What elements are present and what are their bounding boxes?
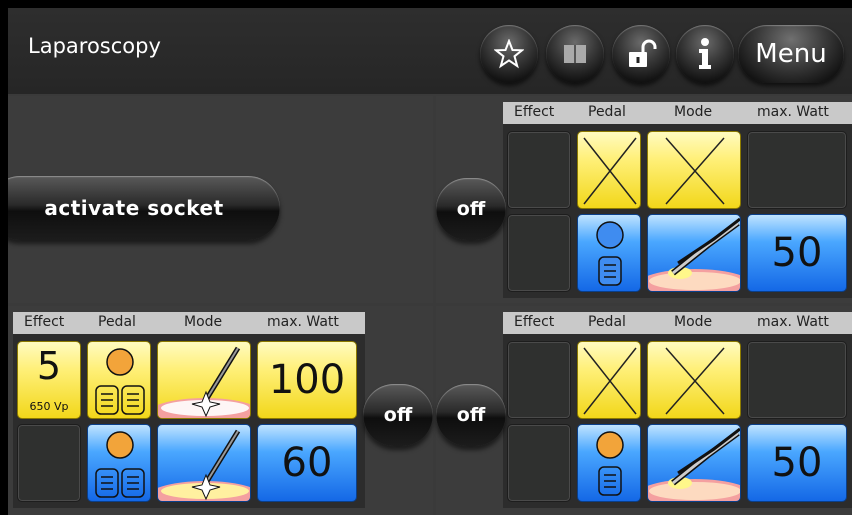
cross-icon bbox=[665, 137, 725, 205]
watt-cell[interactable]: 100 bbox=[257, 341, 357, 419]
pedal-cell[interactable] bbox=[577, 424, 641, 502]
unlock-icon bbox=[629, 39, 657, 67]
col-watt-label: max. Watt bbox=[757, 314, 829, 330]
column-header: Effect Pedal Mode max. Watt bbox=[13, 312, 365, 334]
lock-button[interactable] bbox=[612, 25, 670, 83]
mode-cell[interactable] bbox=[647, 214, 741, 292]
col-effect-label: Effect bbox=[24, 314, 65, 330]
effect-cell[interactable] bbox=[507, 214, 571, 292]
activate-socket-button[interactable]: activate socket bbox=[8, 176, 280, 240]
info-icon bbox=[699, 38, 711, 69]
app-title: Laparoscopy bbox=[28, 34, 161, 58]
double-pedal-icon bbox=[95, 348, 145, 415]
cross-icon bbox=[665, 347, 725, 415]
watt-cell[interactable]: 50 bbox=[747, 424, 847, 502]
watt-value: 50 bbox=[771, 440, 823, 486]
mode-cell[interactable] bbox=[157, 424, 251, 502]
pedal-cell[interactable] bbox=[87, 341, 151, 419]
socket-panel-top-right: Effect Pedal Mode max. Watt 50 bbox=[503, 102, 852, 298]
col-watt-label: max. Watt bbox=[757, 104, 829, 120]
watt-cell[interactable] bbox=[747, 131, 847, 209]
book-icon bbox=[564, 45, 586, 63]
col-effect-label: Effect bbox=[514, 314, 555, 330]
single-pedal-icon bbox=[596, 221, 624, 286]
effect-cell[interactable] bbox=[17, 424, 81, 502]
socket-off-button[interactable]: off bbox=[436, 178, 506, 240]
bipolar-forceps-icon bbox=[648, 427, 740, 501]
watt-cell[interactable]: 60 bbox=[257, 424, 357, 502]
effect-voltage: 650 Vp bbox=[29, 400, 69, 413]
col-effect-label: Effect bbox=[514, 104, 555, 120]
menu-button[interactable]: Menu bbox=[738, 25, 844, 83]
double-pedal-icon bbox=[95, 431, 145, 498]
column-header: Effect Pedal Mode max. Watt bbox=[503, 312, 852, 334]
watt-value: 60 bbox=[281, 440, 333, 486]
effect-cell[interactable] bbox=[507, 131, 571, 209]
mode-cell[interactable] bbox=[647, 341, 741, 419]
star-icon bbox=[494, 39, 524, 69]
monopolar-coag-icon bbox=[158, 429, 250, 501]
panel-grid: 50 bbox=[503, 124, 852, 298]
socket-panel-bottom-left: Effect Pedal Mode max. Watt 5 650 Vp 100… bbox=[13, 312, 365, 508]
effect-cell[interactable] bbox=[507, 341, 571, 419]
effect-value: 5 bbox=[36, 344, 62, 388]
panel-grid: 5 650 Vp 100 60 bbox=[13, 334, 365, 508]
mode-cell[interactable] bbox=[157, 341, 251, 419]
col-pedal-label: Pedal bbox=[98, 314, 136, 330]
watt-value: 50 bbox=[771, 230, 823, 276]
watt-cell[interactable] bbox=[747, 341, 847, 419]
header-bar: Laparoscopy Menu bbox=[8, 8, 852, 94]
pedal-cell[interactable] bbox=[577, 131, 641, 209]
col-mode-label: Mode bbox=[674, 314, 713, 330]
col-pedal-label: Pedal bbox=[588, 104, 626, 120]
watt-value: 100 bbox=[268, 357, 346, 403]
col-pedal-label: Pedal bbox=[588, 314, 626, 330]
column-header: Effect Pedal Mode max. Watt bbox=[503, 102, 852, 124]
pedal-cell[interactable] bbox=[577, 214, 641, 292]
col-mode-label: Mode bbox=[674, 104, 713, 120]
info-button[interactable] bbox=[676, 25, 734, 83]
pedal-cell[interactable] bbox=[87, 424, 151, 502]
mode-cell[interactable] bbox=[647, 131, 741, 209]
col-mode-label: Mode bbox=[184, 314, 223, 330]
socket-off-button[interactable]: off bbox=[363, 384, 433, 446]
socket-off-button[interactable]: off bbox=[436, 384, 506, 446]
monopolar-cut-icon bbox=[158, 346, 250, 418]
effect-cell[interactable]: 5 650 Vp bbox=[17, 341, 81, 419]
socket-panel-bottom-right: Effect Pedal Mode max. Watt 50 bbox=[503, 312, 852, 508]
effect-cell[interactable] bbox=[507, 424, 571, 502]
cross-icon bbox=[583, 347, 637, 415]
mode-cell[interactable] bbox=[647, 424, 741, 502]
pedal-cell[interactable] bbox=[577, 341, 641, 419]
cross-icon bbox=[583, 137, 637, 205]
favorites-button[interactable] bbox=[480, 25, 538, 83]
single-pedal-icon bbox=[596, 431, 624, 496]
watt-cell[interactable]: 50 bbox=[747, 214, 847, 292]
panel-grid: 50 bbox=[503, 334, 852, 508]
col-watt-label: max. Watt bbox=[267, 314, 339, 330]
device-screen: Laparoscopy Menu activate socket Effect … bbox=[8, 8, 852, 515]
manual-button[interactable] bbox=[546, 25, 604, 83]
bipolar-forceps-icon bbox=[648, 217, 740, 291]
